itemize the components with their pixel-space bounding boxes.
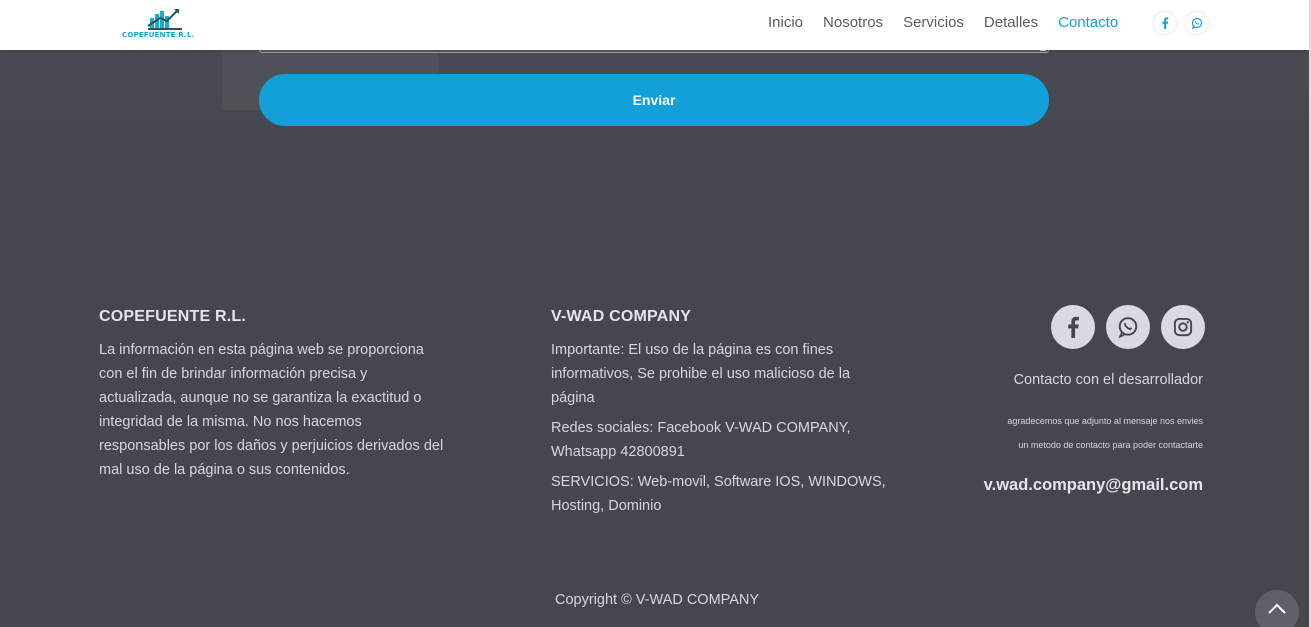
- text-line: informativos, Se prohibe el uso malicios…: [551, 366, 851, 382]
- logo[interactable]: COPEFUENTE R.L.: [122, 6, 212, 40]
- whatsapp-icon[interactable]: [1106, 305, 1150, 349]
- nav-menu: Inicio Nosotros Servicios Detalles Conta…: [768, 14, 1138, 32]
- nav-link-nosotros[interactable]: Nosotros: [823, 14, 883, 32]
- text-line: Redes sociales: Facebook V-WAD COMPANY,: [551, 420, 851, 436]
- text-line: actualizada, aunque no se garantiza la e…: [99, 390, 422, 406]
- text-line: integridad de la misma. No nos hacemos: [99, 414, 362, 430]
- logo-text: COPEFUENTE R.L.: [122, 31, 195, 39]
- submit-button[interactable]: Enviar: [259, 74, 1049, 126]
- text-line: mal uso de la página o sus contenidos.: [99, 462, 350, 478]
- chevron-up-icon: [1268, 603, 1286, 614]
- developer-email[interactable]: v.wad.company@gmail.com: [984, 476, 1203, 495]
- text-line: Hosting, Dominio: [551, 498, 662, 514]
- facebook-icon[interactable]: [1154, 12, 1176, 34]
- text-line: La información en esta página web se pro…: [99, 342, 424, 358]
- footer-col1-text: La información en esta página web se pro…: [99, 338, 469, 482]
- text-line: con el fin de brindar información precis…: [99, 366, 368, 382]
- nav-social-links: [1154, 12, 1208, 34]
- footer-col2-para2: Redes sociales: Facebook V-WAD COMPANY, …: [551, 416, 891, 464]
- instagram-icon[interactable]: [1161, 305, 1205, 349]
- chart-logo-icon: [147, 9, 182, 30]
- text-line: página: [551, 390, 595, 406]
- nav-link-inicio[interactable]: Inicio: [768, 14, 803, 32]
- footer-social-links: [1051, 305, 1205, 349]
- text-line: Whatsapp 42800891: [551, 444, 685, 460]
- nav-link-servicios[interactable]: Servicios: [903, 14, 964, 32]
- back-to-top-button[interactable]: [1255, 590, 1299, 627]
- copyright: Copyright © V-WAD COMPANY: [555, 592, 760, 608]
- text-line: SERVICIOS: Web-movil, Software IOS, WIND…: [551, 474, 886, 490]
- developer-contact-title: Contacto con el desarrollador: [1013, 372, 1203, 388]
- footer-col2-para1: Importante: El uso de la página es con f…: [551, 338, 891, 410]
- nav-link-detalles[interactable]: Detalles: [984, 14, 1038, 32]
- footer-col1-title: COPEFUENTE R.L.: [99, 308, 247, 325]
- developer-note-line: agradecemos que adjunto al mensaje nos e…: [1007, 416, 1203, 426]
- developer-note-line: un metodo de contacto para poder contact…: [1018, 440, 1203, 450]
- facebook-icon[interactable]: [1051, 305, 1095, 349]
- text-line: Importante: El uso de la página es con f…: [551, 342, 834, 358]
- top-navbar: COPEFUENTE R.L. Inicio Nosotros Servicio…: [0, 0, 1311, 50]
- text-line: responsables por los daños y perjuicios …: [99, 438, 444, 454]
- whatsapp-icon[interactable]: [1186, 12, 1208, 34]
- footer-col2-title: V-WAD COMPANY: [551, 308, 692, 325]
- nav-link-contacto[interactable]: Contacto: [1058, 14, 1118, 32]
- footer-col2-para3: SERVICIOS: Web-movil, Software IOS, WIND…: [551, 470, 891, 518]
